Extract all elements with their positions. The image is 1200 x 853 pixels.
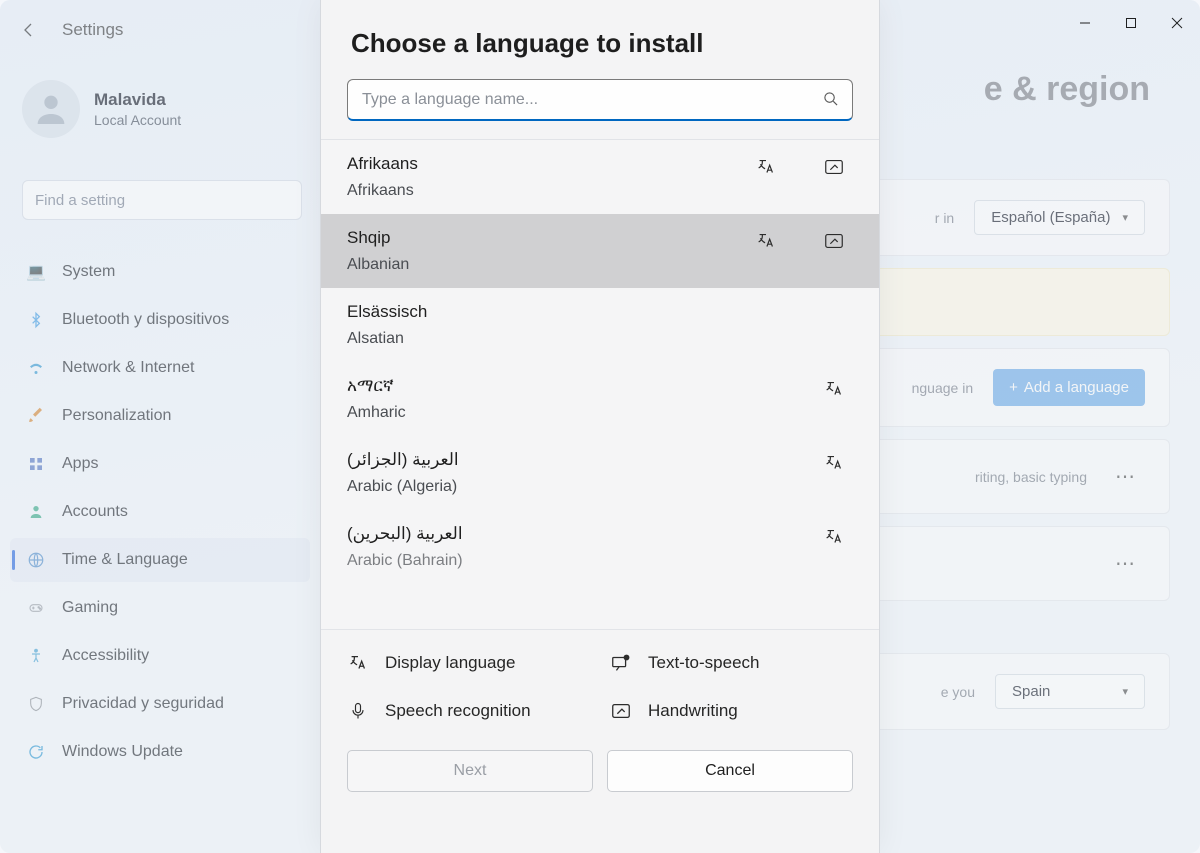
language-english-name: Alsatian <box>347 330 427 348</box>
language-search-input[interactable] <box>362 91 823 109</box>
display-language-icon <box>755 156 777 178</box>
display-language-icon <box>823 526 845 548</box>
language-english-name: Albanian <box>347 256 409 274</box>
speech-recognition-icon <box>347 700 369 722</box>
language-option[interactable]: العربية (الجزائر) Arabic (Algeria) <box>321 436 879 510</box>
display-language-icon <box>755 230 777 252</box>
feature-legend: Display language Text-to-speech Speech r… <box>321 629 879 732</box>
language-english-name: Arabic (Algeria) <box>347 478 459 496</box>
handwriting-icon <box>823 230 845 252</box>
handwriting-icon <box>823 156 845 178</box>
language-option[interactable]: Shqip Albanian <box>321 214 879 288</box>
language-search-field[interactable] <box>347 79 853 121</box>
legend-display-language: Display language <box>347 652 590 674</box>
display-language-icon <box>347 652 369 674</box>
language-native-name: አማርኛ <box>347 376 406 396</box>
language-option[interactable]: العربية (البحرين)Arabic (Bahrain) <box>321 510 879 570</box>
search-icon <box>823 91 838 109</box>
language-native-name: Afrikaans <box>347 154 418 174</box>
choose-language-modal: Choose a language to install AfrikaansAf… <box>320 0 880 853</box>
legend-speech-recognition: Speech recognition <box>347 700 590 722</box>
language-native-name: العربية (البحرين) <box>347 524 463 544</box>
display-language-icon <box>823 452 845 474</box>
display-language-icon <box>823 378 845 400</box>
next-button[interactable]: Next <box>347 750 593 792</box>
language-english-name: Amharic <box>347 404 406 422</box>
language-native-name: Shqip <box>347 228 409 248</box>
language-english-name: Afrikaans <box>347 182 418 200</box>
legend-text-to-speech: Text-to-speech <box>610 652 853 674</box>
handwriting-icon <box>610 700 632 722</box>
language-option[interactable]: አማርኛ Amharic <box>321 362 879 436</box>
modal-title: Choose a language to install <box>321 0 879 79</box>
language-option[interactable]: Elsässisch Alsatian <box>321 288 879 362</box>
language-native-name: العربية (الجزائر) <box>347 450 459 470</box>
language-option[interactable]: Afrikaans Afrikaans <box>321 140 879 214</box>
language-native-name: Elsässisch <box>347 302 427 322</box>
language-list[interactable]: Afrikaans Afrikaans Shqip Albanian Elsässisc… <box>321 139 879 629</box>
text-to-speech-icon <box>610 652 632 674</box>
legend-handwriting: Handwriting <box>610 700 853 722</box>
cancel-button[interactable]: Cancel <box>607 750 853 792</box>
